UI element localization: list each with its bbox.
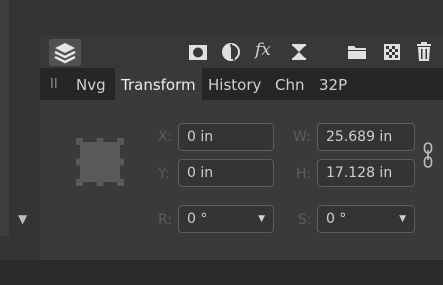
link-icon[interactable] [423,142,433,172]
scroll-down-arrow-icon[interactable]: ▼ [18,212,27,226]
h-label: H: [296,166,312,182]
y-label: Y: [158,166,170,182]
tab-transform[interactable]: Transform [115,68,202,100]
panel-grip[interactable]: II [50,77,58,92]
transform-content: X: 0 in Y: 0 in W: 25.689 in H: 17.128 i… [40,100,443,260]
canvas-edge [0,0,9,236]
tab-history[interactable]: History [202,68,267,100]
transform-studio-panel: fx II Nvg Transform History Chn 32P X: 0… [40,0,443,260]
w-label: W: [293,129,311,145]
tab-navigator[interactable]: Nvg [70,68,112,100]
fx-icon[interactable]: fx [255,40,271,60]
panel-top-area [40,0,443,36]
y-position-field[interactable]: 0 in [178,159,274,187]
layers-toolbar: fx [40,36,443,68]
shear-label: S: [298,212,312,228]
x-label: X: [158,129,173,145]
x-position-field[interactable]: 0 in [178,123,274,151]
tab-channels[interactable]: Chn [269,68,311,100]
rotation-dropdown[interactable]: 0 ° ▼ [178,205,274,233]
anchor-point-selector[interactable] [76,138,124,186]
trash-icon[interactable] [413,41,435,63]
hourglass-icon[interactable] [288,41,310,63]
rotation-value: 0 ° [187,211,208,227]
chevron-down-icon: ▼ [258,214,265,224]
adjustment-icon[interactable] [220,41,242,63]
studio-stack-icon[interactable] [49,39,81,66]
panel-tab-bar: II Nvg Transform History Chn 32P [40,68,443,100]
shear-dropdown[interactable]: 0 ° ▼ [317,205,415,233]
tab-32-bit-preview[interactable]: 32P [313,68,353,100]
width-field[interactable]: 25.689 in [317,123,415,151]
chevron-down-icon: ▼ [399,214,406,224]
mask-icon[interactable] [187,41,209,63]
left-dock: ▼ [0,0,40,260]
rotation-label: R: [158,212,173,228]
shear-value: 0 ° [326,211,347,227]
folder-icon[interactable] [346,41,368,63]
checkerboard-icon[interactable] [381,41,403,63]
height-field[interactable]: 17.128 in [317,159,415,187]
bottom-status-bar [0,260,443,285]
